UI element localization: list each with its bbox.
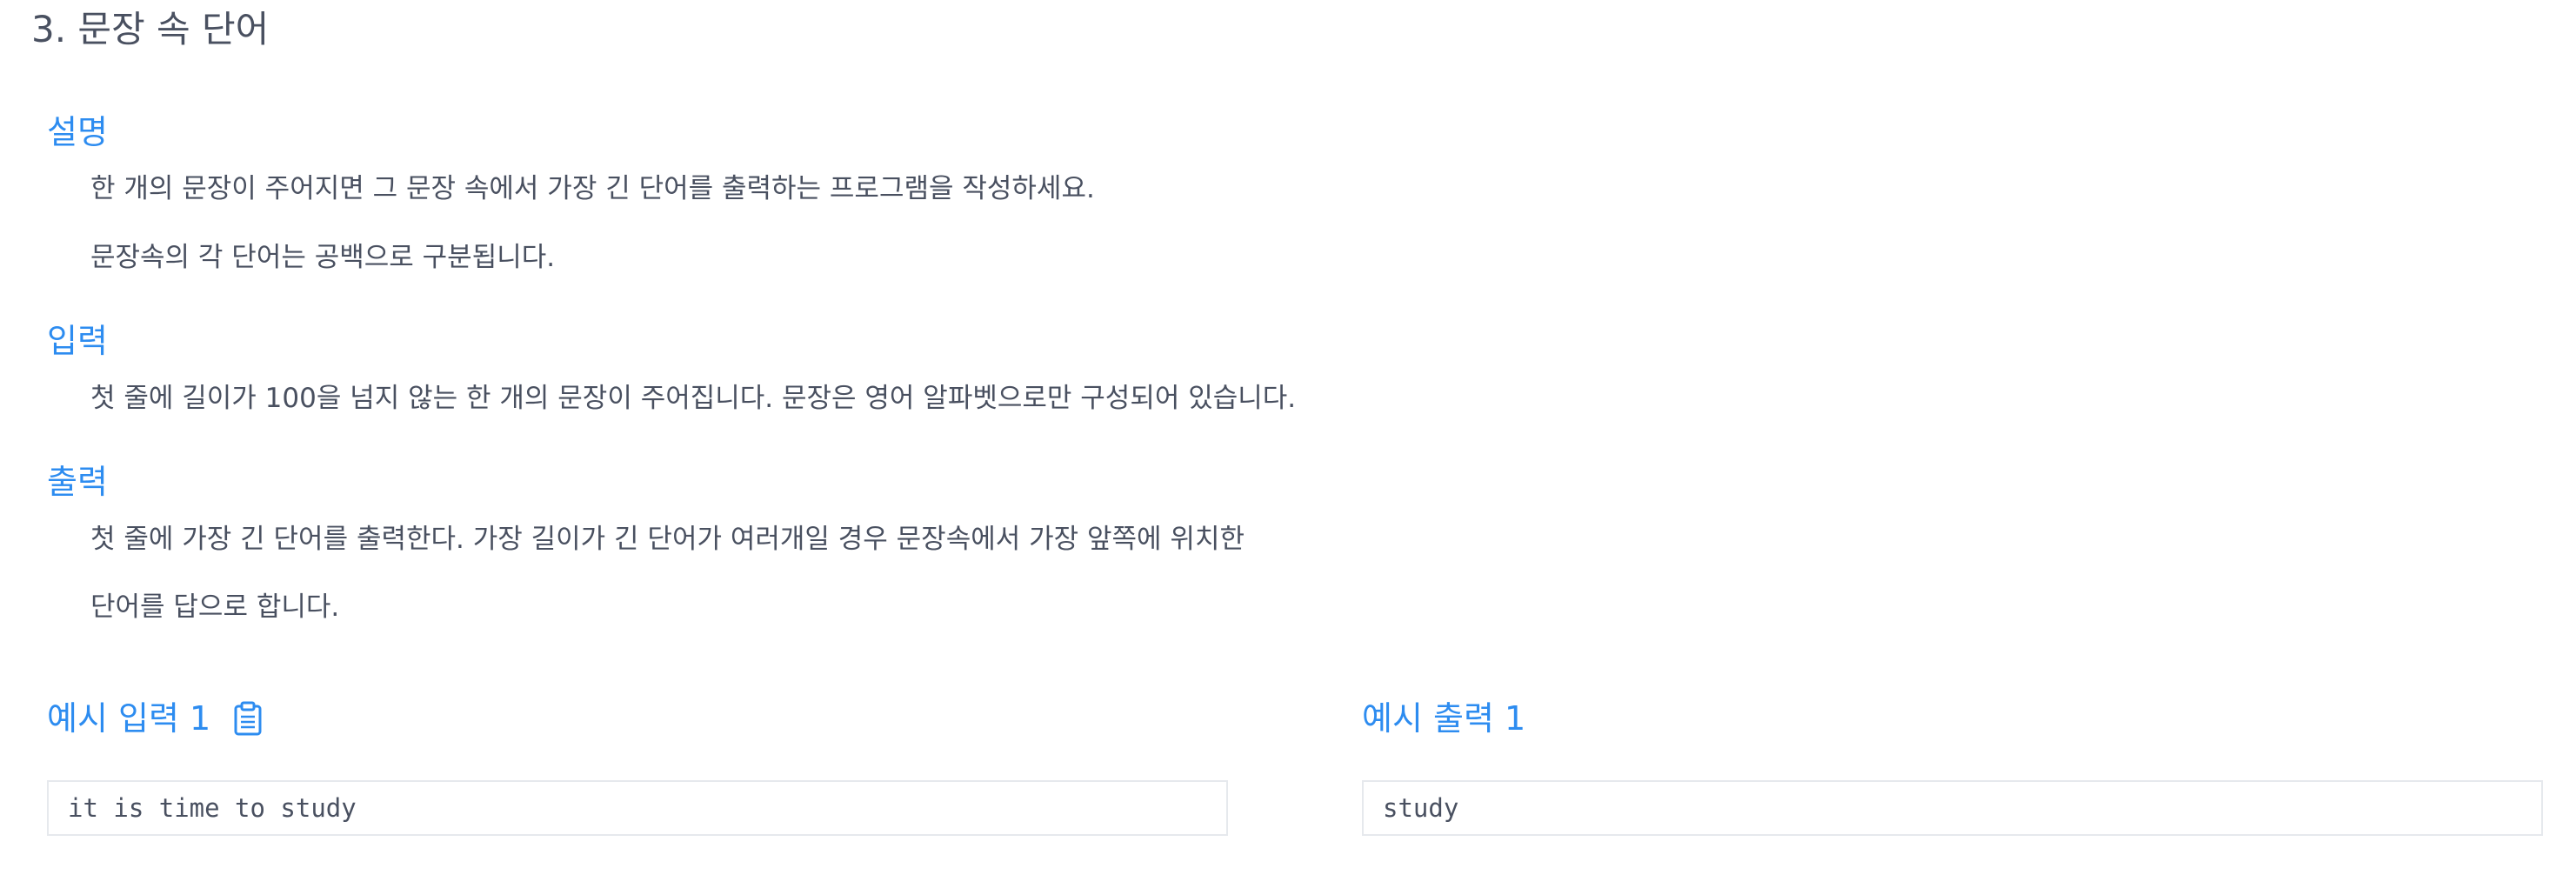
sample-output-heading: 예시 출력 1 bbox=[1362, 699, 1526, 738]
clipboard-icon[interactable] bbox=[233, 701, 263, 736]
sample-input-header: 예시 입력 1 bbox=[47, 696, 263, 741]
problem-title: 3. 문장 속 단어 bbox=[31, 8, 270, 50]
input-heading: 입력 bbox=[47, 322, 108, 360]
input-description: 첫 줄에 길이가 100을 넘지 않는 한 개의 문장이 주어집니다. 문장은 … bbox=[90, 383, 1297, 414]
output-heading: 출력 bbox=[47, 463, 108, 501]
sample-output-box[interactable]: study bbox=[1362, 780, 2543, 836]
output-description-line: 단어를 답으로 합니다. bbox=[90, 591, 340, 623]
description-line: 한 개의 문장이 주어지면 그 문장 속에서 가장 긴 단어를 출력하는 프로그… bbox=[90, 173, 1095, 204]
sample-input-heading: 예시 입력 1 bbox=[47, 699, 211, 738]
output-description-line: 첫 줄에 가장 긴 단어를 출력한다. 가장 길이가 긴 단어가 여러개일 경우… bbox=[90, 524, 1245, 555]
sample-input-box[interactable]: it is time to study bbox=[47, 780, 1228, 836]
description-heading: 설명 bbox=[47, 113, 108, 151]
description-line: 문장속의 각 단어는 공백으로 구분됩니다. bbox=[90, 242, 556, 273]
